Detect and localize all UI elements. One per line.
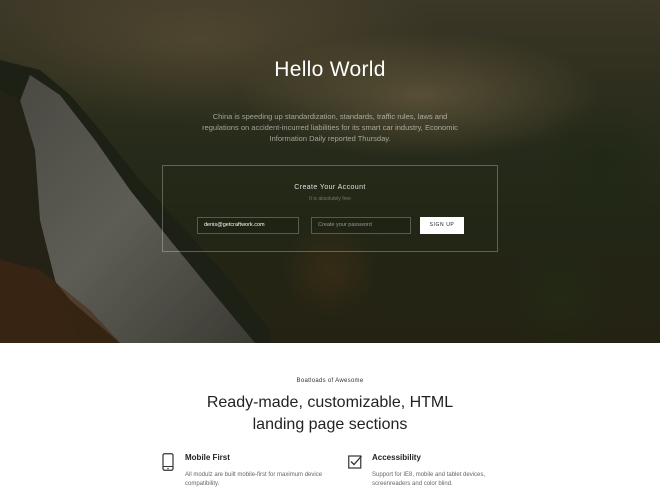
section-headline: Ready-made, customizable, HTML landing p… (0, 392, 660, 436)
hero-section: Hello World China is speeding up standar… (0, 0, 660, 343)
headline-line-1: Ready-made, customizable, HTML (206, 394, 454, 411)
email-field[interactable]: denis@getcraftwork.com (197, 217, 299, 234)
features-section: Boatloads of Awesome Ready-made, customi… (0, 343, 660, 500)
password-field[interactable]: Create your password (311, 217, 411, 234)
hero-title: Hello World (274, 58, 386, 81)
signup-form: Create Your Account It is absolutely fre… (162, 165, 498, 252)
feature-title: Mobile First (185, 453, 230, 462)
signup-subtitle: It is absolutely free (309, 196, 351, 202)
mobile-icon (162, 453, 174, 471)
hero-description: China is speeding up standardization, st… (202, 112, 458, 143)
feature-description: Support for IE8, mobile and tablet devic… (372, 472, 486, 487)
checkbox-icon (348, 455, 362, 469)
section-eyebrow: Boatloads of Awesome (296, 378, 364, 384)
feature-description: All modulz are built mobile-first for ma… (185, 472, 323, 487)
signup-title: Create Your Account (294, 184, 366, 191)
sign-up-button[interactable]: SIGN UP (420, 217, 464, 234)
headline-line-2: landing page sections (252, 416, 408, 433)
feature-title: Accessibility (372, 453, 421, 462)
